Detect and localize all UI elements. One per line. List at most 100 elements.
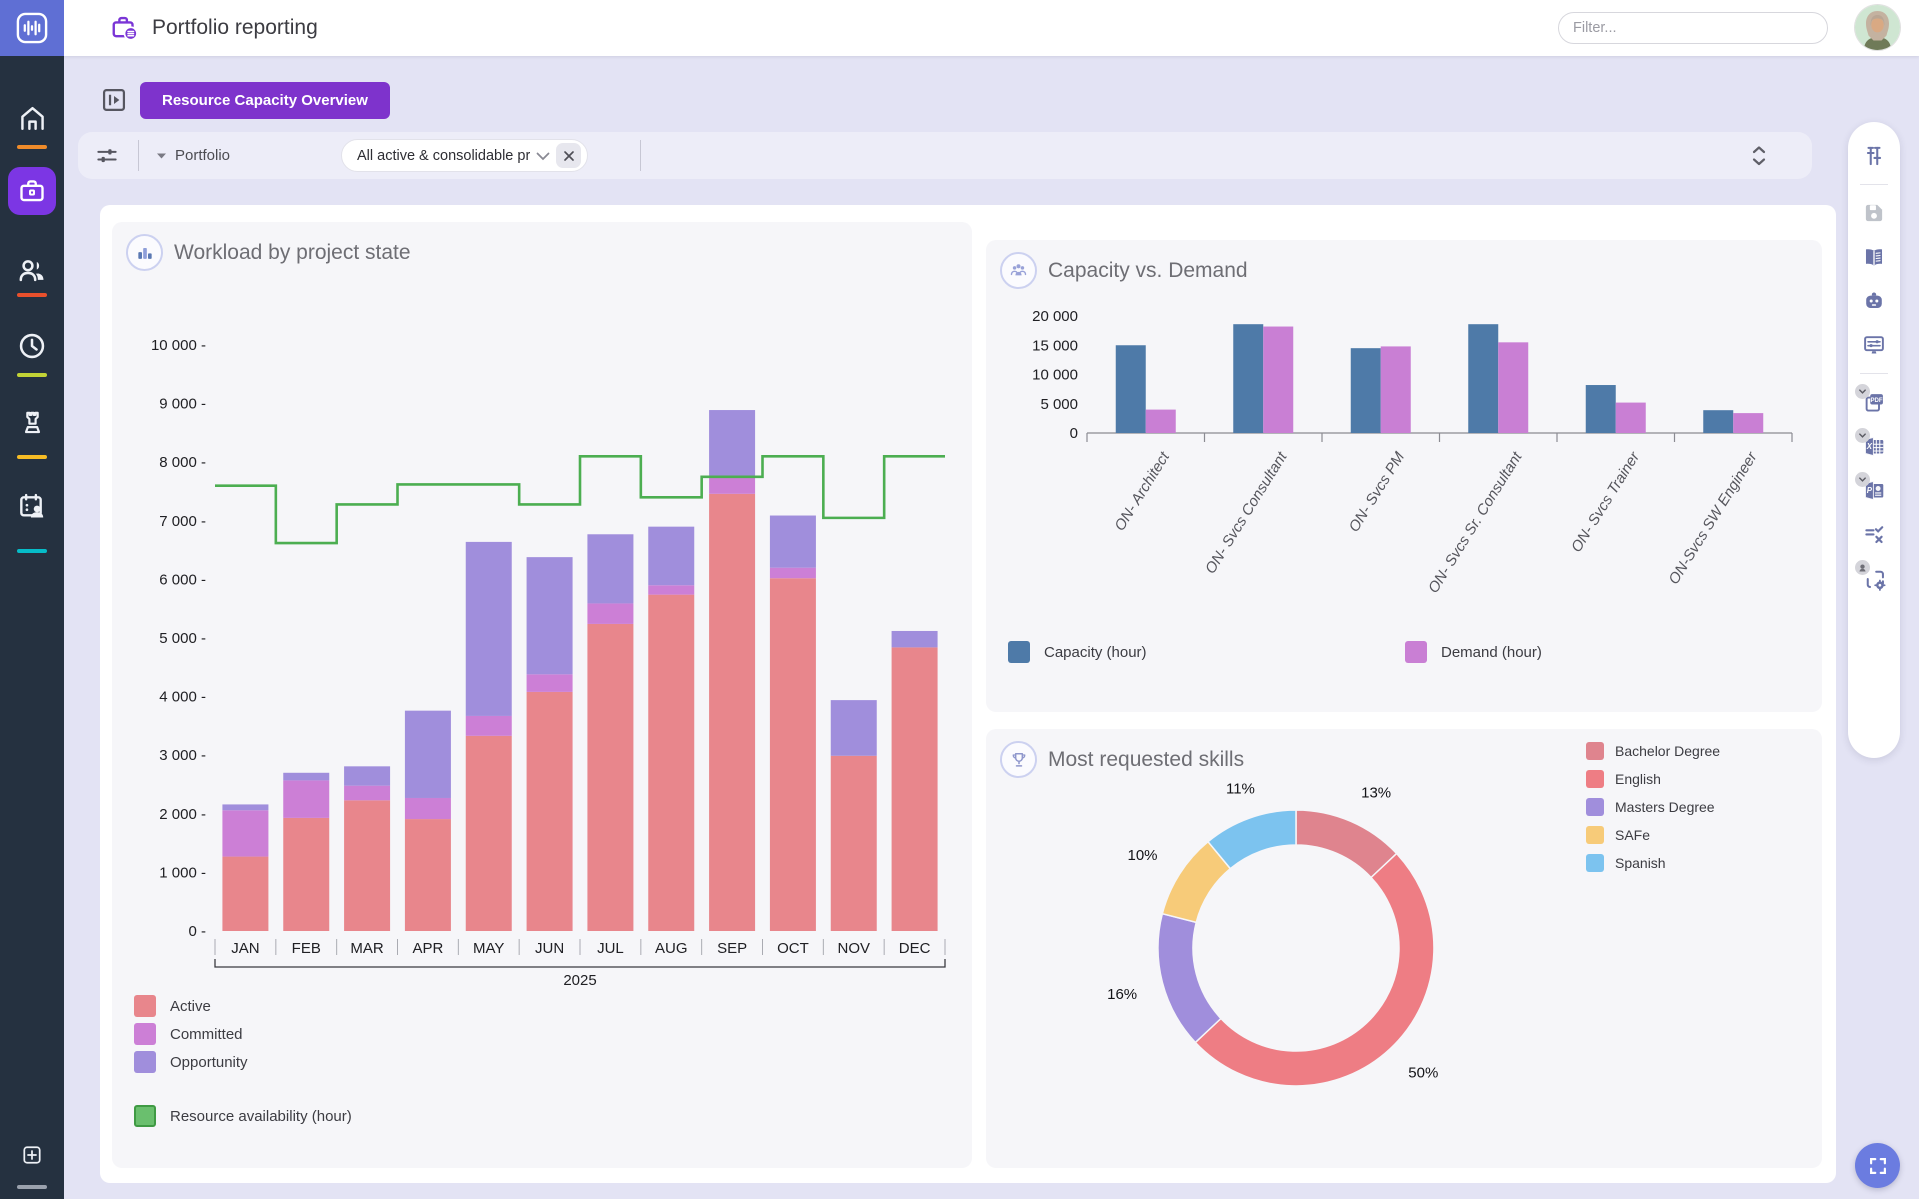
svg-text:4 000 -: 4 000 - bbox=[159, 689, 206, 706]
close-icon bbox=[563, 150, 575, 162]
chevrons-up-down-icon bbox=[1750, 144, 1768, 168]
svg-text:5 000 -: 5 000 - bbox=[159, 630, 206, 647]
svg-text:15 000: 15 000 bbox=[1032, 337, 1078, 354]
legend-item[interactable]: Masters Degree bbox=[1586, 793, 1720, 821]
collapse-panel-button[interactable] bbox=[100, 86, 128, 114]
skills-legend: Bachelor DegreeEnglishMasters DegreeSAFe… bbox=[1586, 737, 1720, 877]
monitor-sliders-icon bbox=[1861, 332, 1887, 358]
chevron-down-icon bbox=[1858, 475, 1867, 484]
legend-item[interactable]: SAFe bbox=[1586, 821, 1720, 849]
export-excel-button[interactable]: X bbox=[1854, 424, 1894, 468]
legend-item[interactable]: Capacity (hour) bbox=[1008, 638, 1147, 666]
portfolio-reporting-icon bbox=[110, 13, 140, 43]
portfolio-filter-dropdown[interactable]: Portfolio bbox=[156, 132, 230, 179]
top-bar: Portfolio reporting bbox=[0, 0, 1919, 56]
chip-chevron-down-icon[interactable] bbox=[536, 152, 550, 161]
svg-text:1 000 -: 1 000 - bbox=[159, 864, 206, 881]
svg-text:7 000 -: 7 000 - bbox=[159, 513, 206, 530]
pdf-options-badge[interactable] bbox=[1855, 384, 1870, 399]
view-selector-button[interactable]: Resource Capacity Overview bbox=[140, 82, 390, 119]
sidebar-item-time-tracking[interactable] bbox=[0, 330, 64, 362]
panel-expand-icon bbox=[100, 86, 128, 114]
legend-item[interactable]: Opportunity bbox=[134, 1048, 352, 1076]
legend-item[interactable]: English bbox=[1586, 765, 1720, 793]
bar-chart-icon bbox=[126, 234, 163, 271]
portfolio-filter-value: All active & consolidable pr bbox=[357, 148, 530, 164]
svg-text:10 000 -: 10 000 - bbox=[151, 337, 206, 354]
sidebar-item-capacity-planning[interactable] bbox=[0, 490, 64, 522]
legend-item[interactable]: Spanish bbox=[1586, 849, 1720, 877]
skills-chart-title: Most requested skills bbox=[1048, 748, 1244, 772]
people-group-icon bbox=[1000, 252, 1037, 289]
sliders-vertical-icon bbox=[1861, 143, 1887, 169]
workload-chart[interactable]: 0 -1 000 -2 000 -3 000 -4 000 -5 000 -6 … bbox=[120, 335, 965, 990]
svg-text:OCT: OCT bbox=[777, 940, 809, 957]
sidebar-underline-time bbox=[17, 373, 47, 377]
legend-item[interactable]: Committed bbox=[134, 1020, 352, 1048]
svg-text:P: P bbox=[1866, 486, 1872, 495]
legend-item[interactable]: Demand (hour) bbox=[1405, 638, 1542, 666]
excel-options-badge[interactable] bbox=[1855, 428, 1870, 443]
chevron-down-icon bbox=[1858, 431, 1867, 440]
portfolio-filter-label: Portfolio bbox=[175, 147, 230, 164]
toolbar-divider-2 bbox=[1860, 373, 1888, 374]
save-button[interactable] bbox=[1854, 191, 1894, 235]
svg-text:NOV: NOV bbox=[837, 940, 870, 957]
powerpoint-options-badge[interactable] bbox=[1855, 472, 1870, 487]
filter-settings-icon[interactable] bbox=[94, 143, 120, 169]
book-icon bbox=[1861, 244, 1887, 270]
capacity-demand-chart[interactable]: 05 00010 00015 00020 000ON- ArchitectON-… bbox=[1000, 296, 1810, 641]
fullscreen-button[interactable] bbox=[1855, 1143, 1900, 1188]
sidebar-item-resources[interactable] bbox=[0, 254, 64, 286]
sidebar-underline-home bbox=[17, 145, 47, 149]
svg-text:DEC: DEC bbox=[899, 940, 931, 957]
report-canvas: Workload by project state 0 -1 000 -2 00… bbox=[100, 205, 1836, 1183]
filter-bar: Portfolio All active & consolidable pr bbox=[78, 132, 1812, 179]
calendar-user-icon bbox=[16, 490, 48, 522]
checklist-icon bbox=[1861, 521, 1887, 547]
svg-text:8 000 -: 8 000 - bbox=[159, 454, 206, 471]
svg-text:20 000: 20 000 bbox=[1032, 308, 1078, 325]
portfolio-filter-chip[interactable]: All active & consolidable pr bbox=[341, 139, 588, 172]
user-avatar[interactable] bbox=[1855, 5, 1900, 50]
app-logo[interactable] bbox=[0, 0, 64, 56]
svg-text:SEP: SEP bbox=[717, 940, 747, 957]
report-toolbar: PDF X P bbox=[1848, 122, 1900, 758]
chip-remove-button[interactable] bbox=[556, 143, 581, 168]
view-settings-button[interactable] bbox=[1854, 134, 1894, 178]
skills-donut-chart[interactable]: 13%50%16%10%11% bbox=[1086, 770, 1516, 1162]
svg-text:ON-Svcs SW Engineer: ON-Svcs SW Engineer bbox=[1665, 448, 1761, 587]
svg-text:13%: 13% bbox=[1361, 784, 1391, 801]
legend-item[interactable]: Bachelor Degree bbox=[1586, 737, 1720, 765]
legend-item-availability[interactable]: Resource availability (hour) bbox=[134, 1102, 352, 1130]
waveform-logo-icon bbox=[14, 10, 50, 46]
svg-text:5 000: 5 000 bbox=[1040, 396, 1078, 413]
svg-text:0: 0 bbox=[1070, 425, 1078, 442]
capacity-legend: Capacity (hour) Demand (hour) bbox=[986, 638, 1822, 668]
global-filter-input[interactable] bbox=[1558, 12, 1828, 44]
chess-icon bbox=[17, 407, 48, 438]
sidebar-item-home[interactable] bbox=[0, 103, 64, 134]
people-icon bbox=[16, 254, 48, 286]
legend-item[interactable]: Active bbox=[134, 992, 352, 1020]
svg-text:ON- Svcs Trainer: ON- Svcs Trainer bbox=[1568, 448, 1644, 555]
export-pdf-button[interactable]: PDF bbox=[1854, 380, 1894, 424]
export-powerpoint-button[interactable]: P bbox=[1854, 468, 1894, 512]
svg-text:ON- Svcs PM: ON- Svcs PM bbox=[1346, 449, 1409, 535]
manage-lists-button[interactable] bbox=[1854, 512, 1894, 556]
documentation-button[interactable] bbox=[1854, 235, 1894, 279]
sidebar-item-create-new[interactable] bbox=[15, 1138, 49, 1172]
plus-icon bbox=[21, 1138, 43, 1172]
ai-assistant-button[interactable] bbox=[1854, 279, 1894, 323]
board-settings-button[interactable] bbox=[1854, 323, 1894, 367]
screen-settings-button[interactable] bbox=[1854, 556, 1894, 600]
sidebar-item-strategy[interactable] bbox=[0, 407, 64, 438]
svg-text:10 000: 10 000 bbox=[1032, 367, 1078, 384]
filter-divider-2 bbox=[640, 140, 641, 171]
svg-text:9 000 -: 9 000 - bbox=[159, 396, 206, 413]
filterbar-expand-button[interactable] bbox=[1750, 138, 1780, 173]
sidebar-item-portfolio[interactable] bbox=[8, 167, 56, 215]
svg-text:MAR: MAR bbox=[350, 940, 384, 957]
sidebar-underline-create bbox=[17, 1185, 47, 1189]
svg-text:X: X bbox=[1865, 442, 1872, 451]
